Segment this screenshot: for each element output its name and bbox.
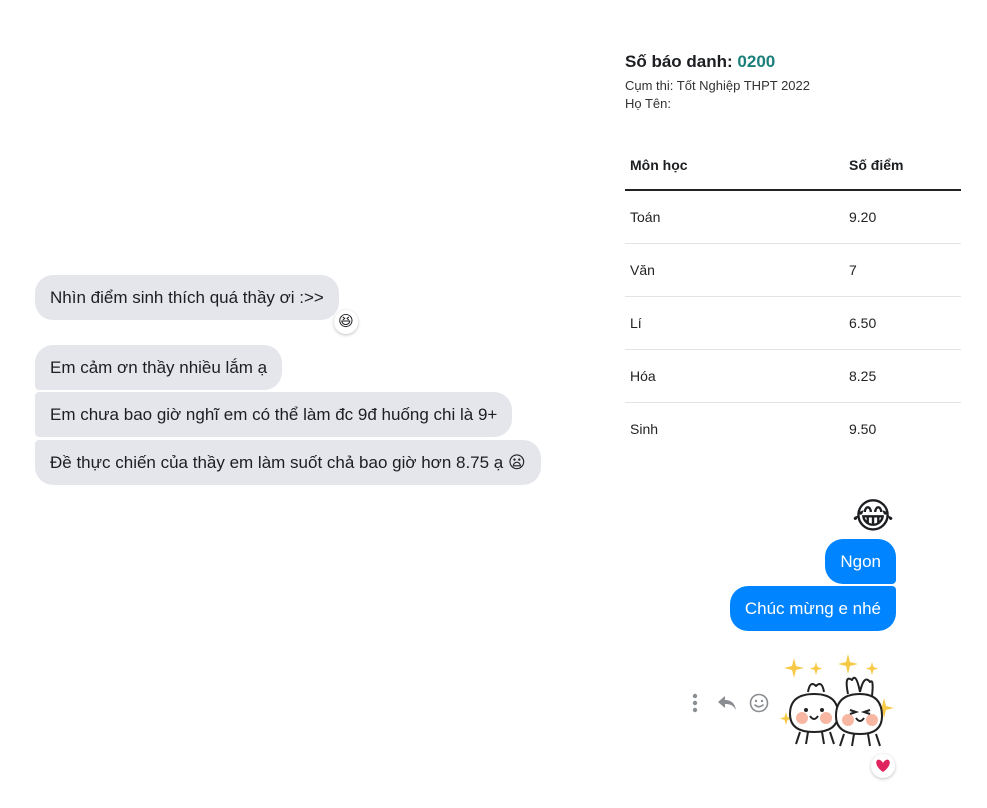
heart-reaction-icon[interactable] xyxy=(871,754,895,778)
table-row: Văn 7 xyxy=(625,243,961,297)
message-text: Đề thực chiến của thầy em làm suốt chả b… xyxy=(50,453,504,472)
sent-message[interactable]: Ngon xyxy=(825,539,896,584)
subject-cell: Lí xyxy=(625,296,844,350)
subject-column-header: Môn học xyxy=(625,140,844,191)
exam-cluster: Cụm thi: Tốt Nghiệp THPT 2022 xyxy=(625,78,810,93)
table-row: Hóa 8.25 xyxy=(625,349,961,403)
score-cell: 9.20 xyxy=(844,190,961,244)
laughing-reaction-icon[interactable]: 😆 xyxy=(334,310,358,334)
score-cell: 7 xyxy=(844,243,961,297)
message-text: Chúc mừng e nhé xyxy=(744,599,881,618)
frowning-face-icon: 😦 xyxy=(508,453,526,472)
table-header-row: Môn học Số điểm xyxy=(625,140,961,191)
score-card: Số báo danh: 0200 Cụm thi: Tốt Nghiệp TH… xyxy=(625,52,961,437)
score-cell: 8.25 xyxy=(844,349,961,403)
received-message[interactable]: Em chưa bao giờ nghĩ em có thể làm đc 9đ… xyxy=(35,392,513,437)
more-icon[interactable] xyxy=(684,692,706,714)
candidate-number-label: Số báo danh: xyxy=(625,52,733,71)
received-message[interactable]: Đề thực chiến của thầy em làm suốt chả b… xyxy=(35,440,541,485)
score-table: Môn học Số điểm Toán 9.20 Văn 7 Lí 6.50 … xyxy=(625,140,961,455)
message-text: Em cảm ơn thầy nhiều lắm ạ xyxy=(50,358,268,377)
candidate-number: Số báo danh: 0200 xyxy=(625,52,961,72)
subject-cell: Hóa xyxy=(625,349,844,403)
message-text: Ngon xyxy=(840,552,881,571)
candidate-number-value: 0200 xyxy=(737,52,776,71)
bunny-sticker[interactable] xyxy=(778,652,896,748)
message-text: Nhìn điểm sinh thích quá thầy ơi :>> xyxy=(50,288,324,307)
subject-cell: Sinh xyxy=(630,421,659,437)
received-message[interactable]: Nhìn điểm sinh thích quá thầy ơi :>> xyxy=(35,275,339,320)
sent-message[interactable]: Chúc mừng e nhé xyxy=(729,586,896,631)
full-name-label: Họ Tên: xyxy=(625,96,672,111)
table-row: Toán 9.20 xyxy=(625,190,961,244)
reply-icon[interactable] xyxy=(716,692,738,714)
react-icon[interactable] xyxy=(748,692,770,714)
received-message[interactable]: Em cảm ơn thầy nhiều lắm ạ xyxy=(35,345,283,390)
tears-of-joy-emoji[interactable]: 😂 xyxy=(852,495,894,537)
score-cell: 9.50 xyxy=(849,421,877,437)
subject-cell: Toán xyxy=(625,190,844,244)
score-cell: 6.50 xyxy=(844,296,961,350)
message-text: Em chưa bao giờ nghĩ em có thể làm đc 9đ… xyxy=(50,405,498,424)
score-column-header: Số điểm xyxy=(844,140,961,191)
table-row: Sinh 9.50 xyxy=(625,403,961,456)
subject-cell: Văn xyxy=(625,243,844,297)
table-row: Lí 6.50 xyxy=(625,296,961,350)
message-actions xyxy=(684,690,770,716)
